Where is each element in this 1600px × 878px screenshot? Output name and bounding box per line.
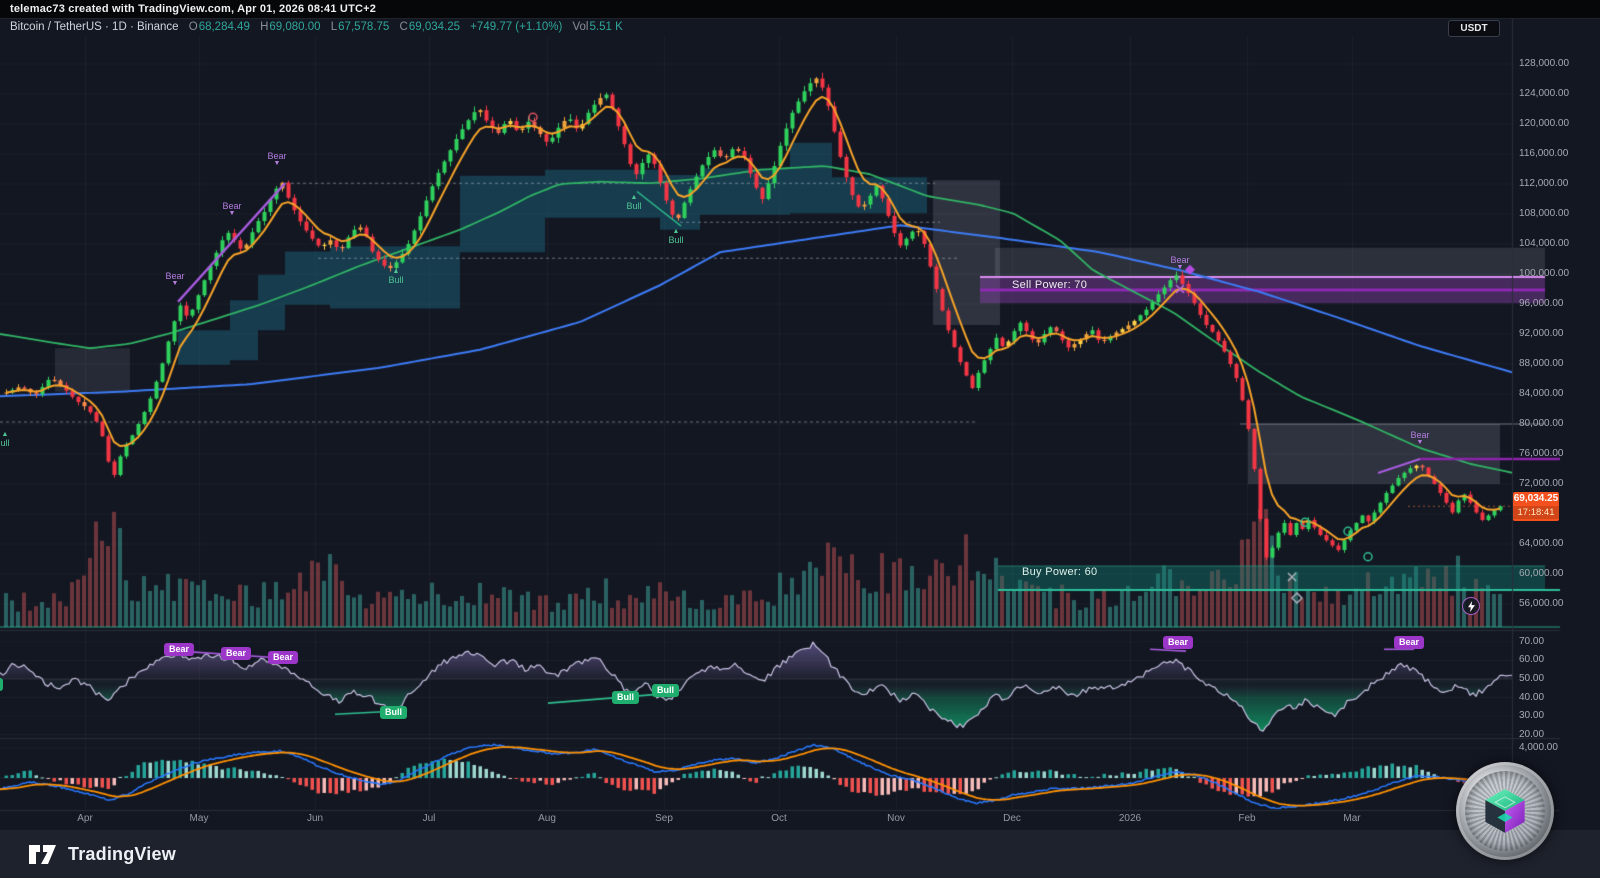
price-axis-label: 120,000.00 xyxy=(1519,118,1569,129)
lightning-glyph xyxy=(1467,601,1476,612)
open-value: 68,284.49 xyxy=(199,21,250,33)
time-axis-label[interactable]: Dec xyxy=(995,813,1029,824)
coin-cube-logo xyxy=(1483,787,1527,835)
time-axis-label[interactable]: Oct xyxy=(762,813,796,824)
attribution-text: telemac73 created with TradingView.com, … xyxy=(10,3,376,15)
price-axis-label: 76,000.00 xyxy=(1519,448,1564,459)
price-axis-label: 88,000.00 xyxy=(1519,358,1564,369)
price-axis-label: 56,000.00 xyxy=(1519,598,1564,609)
last-price-label: 69,034.25 17:18:41 xyxy=(1513,492,1559,521)
price-axis-label: 116,000.00 xyxy=(1519,148,1568,159)
price-axis-label: 100,000.00 xyxy=(1519,268,1569,279)
time-axis-label[interactable]: Sep xyxy=(647,813,681,824)
price-axis-label: 96,000.00 xyxy=(1519,298,1564,309)
price-axis-label: 108,000.00 xyxy=(1519,208,1569,219)
time-axis-label[interactable]: Jun xyxy=(298,813,332,824)
rsi-axis-label: 50.00 xyxy=(1519,673,1544,684)
tradingview-logo-icon[interactable] xyxy=(28,843,58,865)
high-value: 69,080.00 xyxy=(269,21,320,33)
symbol-title[interactable]: Bitcoin / TetherUS · 1D · Binance xyxy=(10,21,179,33)
tradingview-chart-window: telemac73 created with TradingView.com, … xyxy=(0,0,1600,878)
change-value: +749.77 (+1.10%) xyxy=(470,21,562,33)
close-value: 69,034.25 xyxy=(409,21,460,33)
time-axis-label[interactable]: Feb xyxy=(1230,813,1264,824)
attribution-bar: telemac73 created with TradingView.com, … xyxy=(0,0,1600,19)
rsi-axis-label: 40.00 xyxy=(1519,692,1544,703)
last-price-value: 69,034.25 xyxy=(1513,492,1559,506)
low-value: 67,578.75 xyxy=(338,21,389,33)
time-axis-label[interactable]: May xyxy=(182,813,216,824)
close-label: C xyxy=(400,21,408,33)
bar-countdown: 17:18:41 xyxy=(1513,506,1559,519)
volume-value: 5.51 K xyxy=(590,21,623,33)
price-axis-label: 60,000.00 xyxy=(1519,568,1564,579)
macd-axis-label: 4,000.00 xyxy=(1519,742,1558,753)
tradingview-brand-text[interactable]: TradingView xyxy=(68,844,176,865)
price-axis-label: 104,000.00 xyxy=(1519,238,1569,249)
price-axis-label: 128,000.00 xyxy=(1519,58,1569,69)
coin-watermark xyxy=(1456,762,1554,860)
high-label: H xyxy=(260,21,268,33)
rsi-axis-label: 20.00 xyxy=(1519,729,1544,740)
rsi-axis-label: 60.00 xyxy=(1519,654,1544,665)
lightning-icon[interactable] xyxy=(1462,597,1480,615)
footer-bar: TradingView xyxy=(0,830,1600,878)
price-axis-label: 80,000.00 xyxy=(1519,418,1564,429)
time-axis-label[interactable]: Aug xyxy=(530,813,564,824)
price-axis-label: 112,000.00 xyxy=(1519,178,1568,189)
time-axis-label[interactable]: 2026 xyxy=(1113,813,1147,824)
buy-power-zone-label[interactable]: Buy Power: 60 xyxy=(1022,566,1097,578)
time-axis-label[interactable]: Apr xyxy=(68,813,102,824)
price-axis-label: 72,000.00 xyxy=(1519,478,1564,489)
rsi-axis-label: 70.00 xyxy=(1519,636,1544,647)
price-axis-label: 84,000.00 xyxy=(1519,388,1564,399)
low-label: L xyxy=(331,21,337,33)
rsi-axis-label: 30.00 xyxy=(1519,710,1544,721)
open-label: O xyxy=(189,21,198,33)
time-axis-label[interactable]: Jul xyxy=(412,813,446,824)
volume-label: Vol xyxy=(573,21,589,33)
symbol-legend[interactable]: Bitcoin / TetherUS · 1D · Binance O68,28… xyxy=(10,21,623,36)
price-axis-label: 64,000.00 xyxy=(1519,538,1564,549)
chart-canvas[interactable] xyxy=(0,0,1600,878)
time-axis-label[interactable]: Nov xyxy=(879,813,913,824)
time-axis-label[interactable]: Mar xyxy=(1335,813,1369,824)
sell-power-zone-label[interactable]: Sell Power: 70 xyxy=(1012,279,1087,291)
price-axis-label: 92,000.00 xyxy=(1519,328,1564,339)
currency-toggle-button[interactable]: USDT xyxy=(1448,20,1500,37)
price-axis-label: 124,000.00 xyxy=(1519,88,1569,99)
